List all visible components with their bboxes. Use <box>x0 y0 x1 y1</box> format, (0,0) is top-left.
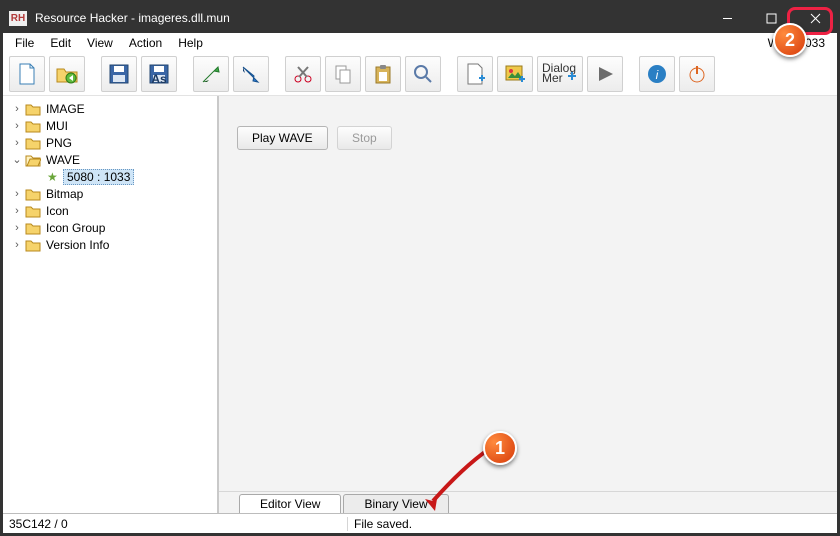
open-folder-icon[interactable] <box>49 56 85 92</box>
expand-icon[interactable]: › <box>11 239 23 251</box>
annotation-bubble-1: 1 <box>483 431 517 465</box>
annotation-bubble-2: 2 <box>773 23 807 57</box>
power-icon[interactable] <box>679 56 715 92</box>
star-icon: ★ <box>47 170 61 184</box>
add-resource-icon[interactable] <box>457 56 493 92</box>
tree-item-wave-5080[interactable]: ★5080 : 1033 <box>5 168 215 185</box>
status-offset: 35C142 / 0 <box>3 517 348 531</box>
expand-icon[interactable]: › <box>11 205 23 217</box>
search-icon[interactable] <box>405 56 441 92</box>
menubar: File Edit View Action Help WAVE 033 <box>3 33 837 53</box>
folder-icon <box>25 119 41 133</box>
statusbar: 35C142 / 0 File saved. <box>3 513 837 533</box>
tree-item-icon[interactable]: ›Icon <box>5 202 215 219</box>
folder-icon <box>25 136 41 150</box>
new-file-icon[interactable] <box>9 56 45 92</box>
view-tabs: Editor View Binary View <box>219 491 837 513</box>
folder-icon <box>25 238 41 252</box>
expand-icon[interactable]: › <box>11 222 23 234</box>
tree-item-bitmap[interactable]: ›Bitmap <box>5 185 215 202</box>
svg-text:As: As <box>151 72 167 85</box>
play-icon[interactable] <box>587 56 623 92</box>
folder-icon <box>25 204 41 218</box>
window-title: Resource Hacker - imageres.dll.mun <box>35 11 705 25</box>
expand-icon[interactable]: › <box>11 137 23 149</box>
play-wave-button[interactable]: Play WAVE <box>237 126 328 150</box>
folder-icon <box>25 221 41 235</box>
tab-editor-view[interactable]: Editor View <box>239 494 341 513</box>
cut-icon[interactable] <box>285 56 321 92</box>
collapse-icon[interactable]: ⌄ <box>11 153 23 166</box>
expand-icon[interactable]: › <box>11 103 23 115</box>
save-as-icon[interactable]: As <box>141 56 177 92</box>
menu-view[interactable]: View <box>79 34 121 52</box>
menu-file[interactable]: File <box>7 34 42 52</box>
minimize-button[interactable] <box>705 3 749 33</box>
stop-button[interactable]: Stop <box>337 126 392 150</box>
add-image-icon[interactable] <box>497 56 533 92</box>
save-icon[interactable] <box>101 56 137 92</box>
import-icon[interactable] <box>193 56 229 92</box>
menu-action[interactable]: Action <box>121 34 170 52</box>
folder-icon <box>25 187 41 201</box>
folder-icon <box>25 102 41 116</box>
tree-item-wave[interactable]: ⌄WAVE <box>5 151 215 168</box>
folder-open-icon <box>25 153 41 167</box>
dialog-merge-icon[interactable]: DialogMer <box>537 56 583 92</box>
svg-text:i: i <box>656 68 659 82</box>
expand-icon[interactable]: › <box>11 188 23 200</box>
tree-item-image[interactable]: ›IMAGE <box>5 100 215 117</box>
copy-icon[interactable] <box>325 56 361 92</box>
tree-item-icon-group[interactable]: ›Icon Group <box>5 219 215 236</box>
toolbar: As DialogMer i <box>3 53 837 96</box>
editor-pane: Play WAVE Stop <box>219 96 837 491</box>
app-icon: RH <box>9 11 27 26</box>
tree-item-png[interactable]: ›PNG <box>5 134 215 151</box>
tree-item-mui[interactable]: ›MUI <box>5 117 215 134</box>
menu-help[interactable]: Help <box>170 34 211 52</box>
expand-icon[interactable]: › <box>11 120 23 132</box>
status-message: File saved. <box>348 517 837 531</box>
menu-edit[interactable]: Edit <box>42 34 79 52</box>
resource-tree[interactable]: ›IMAGE ›MUI ›PNG ⌄WAVE ★5080 : 1033 ›Bit… <box>3 96 218 513</box>
titlebar: RH Resource Hacker - imageres.dll.mun <box>3 3 837 33</box>
export-icon[interactable] <box>233 56 269 92</box>
info-icon[interactable]: i <box>639 56 675 92</box>
tree-item-version-info[interactable]: ›Version Info <box>5 236 215 253</box>
paste-icon[interactable] <box>365 56 401 92</box>
svg-text:Mer: Mer <box>542 71 563 85</box>
